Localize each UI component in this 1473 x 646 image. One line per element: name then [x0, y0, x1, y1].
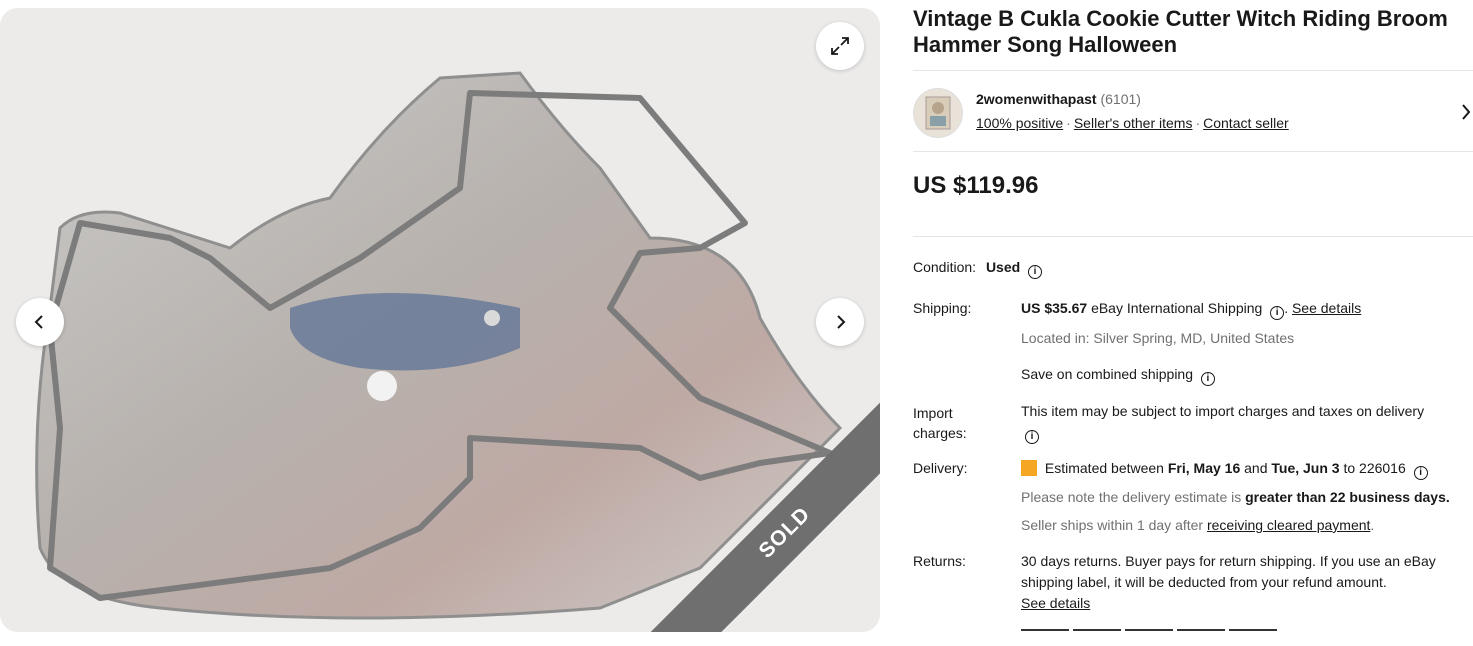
- chevron-right-icon: [837, 315, 846, 329]
- combined-shipping: Save on combined shipping i: [1021, 364, 1473, 386]
- import-label: Import charges:: [913, 403, 967, 443]
- delivery-date-end: Tue, Jun 3: [1271, 460, 1340, 476]
- ships-within: Seller ships within 1 day after receivin…: [1021, 515, 1473, 536]
- delivery-date-start: Fri, May 16: [1167, 460, 1241, 476]
- seller-name[interactable]: 2womenwithapast: [976, 91, 1097, 107]
- condition-row: Condition: Used i: [913, 259, 1043, 279]
- partial-button[interactable]: [1125, 629, 1173, 641]
- divider: [913, 70, 1473, 71]
- avatar-image: [925, 96, 951, 130]
- separator: ·: [1066, 115, 1071, 131]
- image-gallery: SOLD: [0, 8, 880, 632]
- import-label-line2: charges:: [913, 425, 967, 441]
- chevron-left-icon: [34, 315, 43, 329]
- delivery-and: and: [1244, 460, 1268, 476]
- delivery-label: Delivery:: [913, 460, 968, 476]
- seller-feedback-count: (6101): [1100, 91, 1141, 107]
- partial-button[interactable]: [1073, 629, 1121, 641]
- period: .: [1284, 300, 1289, 316]
- item-location: Located in: Silver Spring, MD, United St…: [1021, 330, 1295, 346]
- partial-button[interactable]: [1021, 629, 1069, 641]
- seller-other-items-link[interactable]: Seller's other items: [1074, 115, 1193, 131]
- seller-links: 100% positive · Seller's other items · Conta…: [976, 115, 1289, 131]
- seller-name-line: 2womenwithapast (6101): [976, 91, 1141, 107]
- import-text: This item may be subject to import charg…: [1021, 403, 1425, 419]
- previous-image-button[interactable]: [16, 298, 64, 346]
- condition-value: Used: [985, 259, 1021, 275]
- shipping-see-details-link[interactable]: See details: [1292, 300, 1361, 316]
- info-icon[interactable]: i: [1028, 265, 1043, 279]
- ships-suffix: .: [1370, 517, 1375, 533]
- ships-prefix: Seller ships within 1 day after: [1021, 517, 1204, 533]
- expand-button[interactable]: [816, 22, 864, 70]
- combined-shipping-text: Save on combined shipping: [1021, 366, 1194, 382]
- info-icon[interactable]: i: [1413, 466, 1428, 480]
- positive-feedback-link[interactable]: 100% positive: [976, 115, 1063, 131]
- next-image-button[interactable]: [816, 298, 864, 346]
- delivery-to: to 226016: [1343, 460, 1406, 476]
- price: US $119.96: [913, 172, 1039, 199]
- seller-avatar[interactable]: [913, 88, 963, 138]
- returns-value: 30 days returns. Buyer pays for return s…: [1021, 551, 1473, 614]
- delivery-note: Please note the delivery estimate is gre…: [1021, 487, 1473, 508]
- returns-text: 30 days returns. Buyer pays for return s…: [1021, 553, 1436, 590]
- returns-see-details-link[interactable]: See details: [1021, 593, 1473, 614]
- delivery-note-bold: greater than 22 business days.: [1245, 489, 1450, 505]
- contact-seller-link[interactable]: Contact seller: [1203, 115, 1289, 131]
- shipping-method: eBay International Shipping: [1091, 300, 1263, 316]
- partial-button[interactable]: [1229, 629, 1277, 641]
- expand-icon: [831, 37, 849, 55]
- delivery-estimate: Estimated between Fri, May 16 and Tue, J…: [1021, 458, 1473, 480]
- condition-label: Condition:: [913, 259, 977, 275]
- delivery-note-prefix: Please note the delivery estimate is: [1021, 489, 1242, 505]
- delivery-flag-icon: [1021, 460, 1037, 476]
- bottom-controls: [1021, 628, 1281, 646]
- info-icon[interactable]: i: [1270, 306, 1285, 320]
- divider: [913, 151, 1473, 152]
- seller-card[interactable]: 2womenwithapast (6101) 100% positive · Sel…: [913, 86, 1473, 140]
- info-icon[interactable]: i: [1025, 430, 1039, 444]
- import-value: This item may be subject to import charg…: [1021, 401, 1473, 444]
- import-label-line1: Import: [913, 405, 953, 421]
- separator: ·: [1195, 115, 1201, 131]
- info-icon[interactable]: i: [1200, 372, 1215, 386]
- chevron-right-icon[interactable]: [1459, 101, 1473, 123]
- divider: [913, 236, 1473, 237]
- shipping-value: US $35.67 eBay International Shipping i.…: [1021, 298, 1473, 320]
- partial-button[interactable]: [1177, 629, 1225, 641]
- shipping-label: Shipping:: [913, 300, 972, 316]
- listing-title: Vintage B Cukla Cookie Cutter Witch Ridi…: [913, 6, 1448, 57]
- cleared-payment-link[interactable]: receiving cleared payment: [1207, 517, 1370, 533]
- listing-info: Vintage B Cukla Cookie Cutter Witch Ridi…: [913, 0, 1473, 58]
- delivery-prefix: Estimated between: [1044, 460, 1164, 476]
- shipping-amount: US $35.67: [1021, 300, 1088, 316]
- returns-label: Returns:: [913, 553, 966, 569]
